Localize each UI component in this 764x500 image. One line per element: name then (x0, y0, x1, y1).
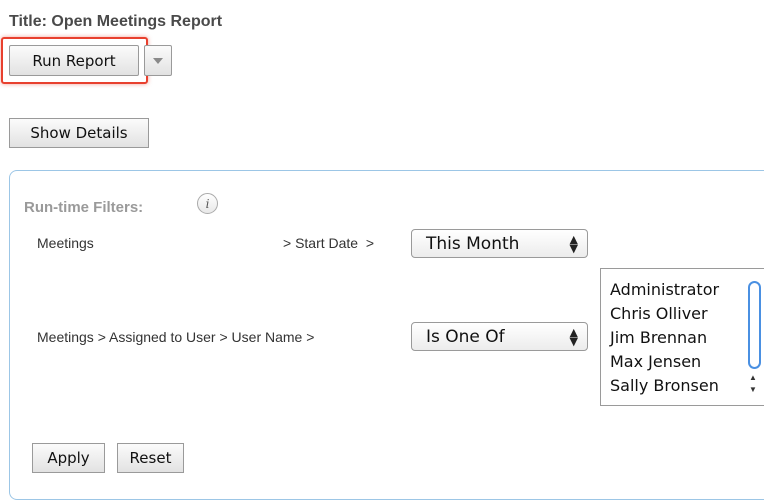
filter-path-label: Meetings > Assigned to User > User Name … (37, 329, 315, 345)
select-value: Is One Of (426, 326, 505, 347)
list-item[interactable]: Jim Brennan (610, 326, 719, 350)
select-arrows-icon: ▲ ▼ (569, 325, 578, 348)
user-name-operator-select[interactable]: Is One Of ▲ ▼ (411, 322, 588, 351)
list-item[interactable]: Max Jensen (610, 350, 719, 374)
info-icon[interactable]: i (197, 193, 218, 214)
scroll-up-icon[interactable]: ▲ (749, 373, 757, 382)
select-value: This Month (426, 233, 520, 254)
user-listbox[interactable]: Administrator Chris Olliver Jim Brennan … (600, 268, 764, 406)
list-item[interactable]: Sally Bronsen (610, 374, 719, 398)
list-item[interactable]: Administrator (610, 278, 719, 302)
page-title: Title: Open Meetings Report (9, 13, 223, 30)
scroll-down-icon[interactable]: ▼ (749, 385, 757, 394)
apply-button[interactable]: Apply (32, 443, 105, 473)
select-arrows-icon: ▲ ▼ (569, 232, 578, 255)
scrollbar-thumb[interactable] (748, 281, 761, 369)
show-details-button[interactable]: Show Details (9, 118, 149, 148)
filter-module-label: Meetings (37, 235, 94, 251)
runtime-filters-heading: Run-time Filters: (24, 199, 144, 216)
list-item[interactable]: Chris Olliver (610, 302, 719, 326)
filter-field-label: > Start Date > (283, 235, 375, 251)
chevron-down-icon (153, 57, 163, 64)
run-report-dropdown-button[interactable] (144, 45, 172, 76)
start-date-operator-select[interactable]: This Month ▲ ▼ (411, 229, 588, 258)
reset-button[interactable]: Reset (117, 443, 184, 473)
run-report-button[interactable]: Run Report (9, 45, 139, 76)
